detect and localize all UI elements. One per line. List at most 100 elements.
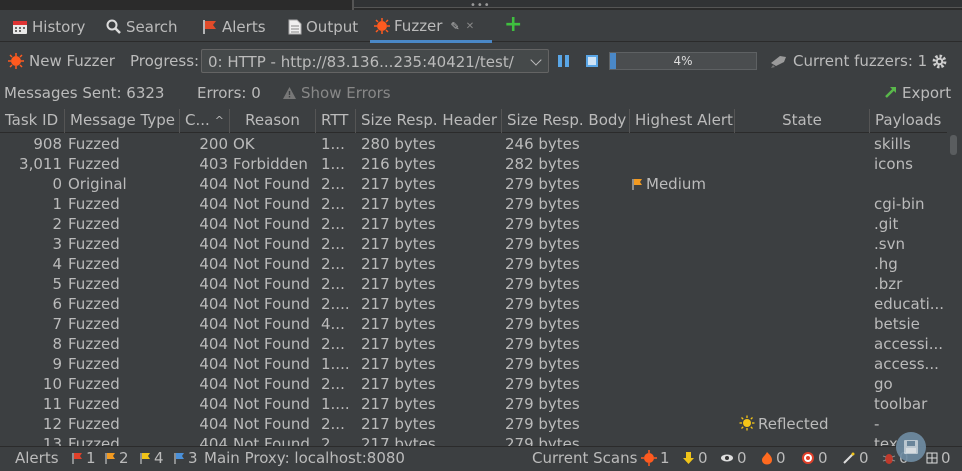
table-row[interactable]: 11 Fuzzed 404 Not Found 1.... 217 bytes 279 by… xyxy=(0,394,947,414)
target-scans[interactable]: 0 xyxy=(801,449,828,467)
fuzz-scans[interactable]: 0 xyxy=(761,449,786,467)
alerts-info[interactable]: 3 xyxy=(174,449,198,467)
stop-button[interactable] xyxy=(586,55,598,67)
cell-highest-alert xyxy=(632,234,735,254)
cell-state xyxy=(739,274,870,294)
cell-task-id: 10 xyxy=(42,375,62,393)
fuzzer-toolbar: New Fuzzer Progress: 0: HTTP - http://83… xyxy=(0,46,962,76)
table-row[interactable]: 0 Original 404 Not Found 2... 217 bytes 279 by… xyxy=(0,174,947,194)
new-fuzzer-button[interactable]: New Fuzzer xyxy=(29,52,115,70)
column-code[interactable]: C... ^ xyxy=(180,109,230,133)
table-row[interactable]: 9 Fuzzed 404 Not Found 1.... 217 bytes 279 byt… xyxy=(0,354,947,374)
cell-rtt: 2... xyxy=(321,255,345,273)
cell-rtt: 1.... xyxy=(321,355,350,373)
cell-rtt: 2... xyxy=(321,175,345,193)
cell-size-resp-header: 217 bytes xyxy=(361,375,436,393)
tab-close-icon[interactable]: ✕ xyxy=(466,21,474,32)
pause-button[interactable] xyxy=(558,55,570,67)
alerts-high[interactable]: 1 xyxy=(72,449,96,467)
column-reason[interactable]: Reason xyxy=(230,109,316,133)
output-document-icon xyxy=(288,19,302,35)
cell-reason: Not Found xyxy=(233,215,310,233)
cell-task-id: 13 xyxy=(42,435,62,446)
column-payloads[interactable]: Payloads xyxy=(870,109,947,133)
cell-payloads: access... xyxy=(874,355,939,373)
scan-count: 0 xyxy=(941,449,951,467)
column-rtt[interactable]: RTT xyxy=(316,109,356,133)
cell-message-type: Fuzzed xyxy=(68,155,120,173)
table-row[interactable]: 5 Fuzzed 404 Not Found 2... 217 bytes 279 byte… xyxy=(0,274,947,294)
cell-rtt: 2... xyxy=(321,375,345,393)
table-row[interactable]: 4 Fuzzed 404 Not Found 2... 217 bytes 279 byte… xyxy=(0,254,947,274)
cell-payloads: .hg xyxy=(874,255,898,273)
cell-task-id: 6 xyxy=(52,295,62,313)
upper-right-pane xyxy=(354,0,962,8)
cell-size-resp-header: 217 bytes xyxy=(361,195,436,213)
errors-count: Errors: 0 xyxy=(197,84,261,102)
table-row[interactable]: 3 Fuzzed 404 Not Found 2... 217 bytes 279 byte… xyxy=(0,234,947,254)
target-icon xyxy=(802,452,814,464)
column-task-id[interactable]: Task ID xyxy=(0,109,65,133)
table-row[interactable]: 1 Fuzzed 404 Not Found 2... 217 bytes 279 byte… xyxy=(0,194,947,214)
cell-size-resp-body: 279 bytes xyxy=(505,355,580,373)
floating-save-icon[interactable] xyxy=(896,432,926,462)
vertical-scrollbar[interactable] xyxy=(947,109,962,446)
cell-highest-alert xyxy=(632,314,735,334)
pin-icon[interactable]: ✎ xyxy=(450,20,459,33)
table-row[interactable]: 8 Fuzzed 404 Not Found 2... 217 bytes 279 byte… xyxy=(0,334,947,354)
alerts-low[interactable]: 4 xyxy=(140,449,164,467)
cell-size-resp-header: 217 bytes xyxy=(361,335,436,353)
scan-count: 0 xyxy=(776,449,786,467)
progress-label: Progress: xyxy=(130,52,200,70)
table-row[interactable]: 2 Fuzzed 404 Not Found 2... 217 bytes 279 byte… xyxy=(0,214,947,234)
cell-state xyxy=(739,254,870,274)
passive-scans[interactable]: 0 xyxy=(720,449,747,467)
table-row[interactable]: 908 Fuzzed 200 OK 1... 280 bytes 246 bytes skil… xyxy=(0,134,947,154)
column-message-type[interactable]: Message Type xyxy=(65,109,180,133)
cell-size-resp-header: 217 bytes xyxy=(361,395,436,413)
table-row[interactable]: 7 Fuzzed 404 Not Found 4... 217 bytes 279 byte… xyxy=(0,314,947,334)
table-row[interactable]: 6 Fuzzed 404 Not Found 2.... 217 bytes 279 byt… xyxy=(0,294,947,314)
alerts-high-count: 1 xyxy=(86,449,96,467)
column-size-resp-body[interactable]: Size Resp. Body xyxy=(502,109,630,133)
alerts-flag-icon xyxy=(202,19,218,35)
flame-icon xyxy=(762,452,772,465)
spider-scans[interactable]: 0 xyxy=(682,449,708,467)
progress-select[interactable]: 0: HTTP - http://83.136...235:40421/test… xyxy=(201,49,549,73)
alerts-medium[interactable]: 2 xyxy=(105,449,129,467)
cell-code: 404 xyxy=(199,355,228,373)
add-tab-plus-icon[interactable]: + xyxy=(504,14,522,36)
table-row[interactable]: 12 Fuzzed 404 Not Found 2... 217 bytes 279 byt… xyxy=(0,414,947,434)
tab-search[interactable]: Search xyxy=(102,12,182,42)
gear-icon[interactable] xyxy=(931,53,948,74)
cell-rtt: 2... xyxy=(321,415,345,433)
table-row[interactable]: 10 Fuzzed 404 Not Found 2... 217 bytes 279 byt… xyxy=(0,374,947,394)
cell-state xyxy=(739,294,870,314)
tab-fuzzer[interactable]: Fuzzer ✎ ✕ xyxy=(370,12,492,43)
cell-state xyxy=(739,314,870,334)
split-grip-icon[interactable]: ••• xyxy=(470,1,491,11)
cell-rtt: 2... xyxy=(321,215,345,233)
tab-output[interactable]: Output xyxy=(284,12,362,42)
cell-state xyxy=(739,374,870,394)
misc-scans[interactable]: 0 xyxy=(926,449,951,467)
tab-alerts[interactable]: Alerts xyxy=(198,12,270,42)
column-state[interactable]: State xyxy=(735,109,870,133)
cell-code: 404 xyxy=(199,215,228,233)
cell-state: Reflected xyxy=(739,414,870,434)
table-row[interactable]: 3,011 Fuzzed 403 Forbidden 1... 216 bytes 282 … xyxy=(0,154,947,174)
active-scans-count: 1 xyxy=(660,449,670,467)
table-row[interactable]: 13 Fuzzed 404 Not Found 2... 217 bytes 279 byt… xyxy=(0,434,947,446)
column-size-resp-header[interactable]: Size Resp. Header xyxy=(356,109,502,133)
cell-reason: Not Found xyxy=(233,355,310,373)
script-scans[interactable]: 0 xyxy=(842,449,869,467)
column-highest-alert[interactable]: Highest Alert xyxy=(630,109,735,133)
cell-reason: Not Found xyxy=(233,335,310,353)
tab-history[interactable]: History xyxy=(8,12,89,42)
active-scans[interactable]: 1 xyxy=(641,449,670,467)
scrollbar-thumb[interactable] xyxy=(950,135,957,155)
cell-state xyxy=(739,334,870,354)
scan-count: 0 xyxy=(698,449,708,467)
show-errors-button[interactable]: Show Errors xyxy=(301,84,391,102)
export-button[interactable]: Export xyxy=(902,84,951,102)
